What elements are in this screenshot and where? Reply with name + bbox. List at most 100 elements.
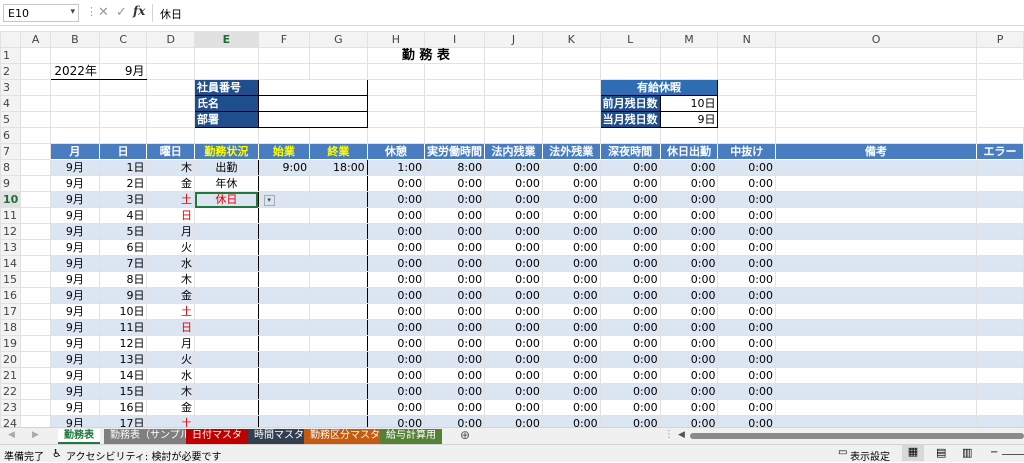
weekday-value[interactable]: 水: [146, 367, 195, 384]
column-header-b[interactable]: B: [49, 31, 100, 48]
row-header[interactable]: 19: [0, 335, 22, 352]
work-status-cell[interactable]: [194, 351, 259, 368]
work-status-cell[interactable]: [194, 383, 259, 400]
curr-remaining-value[interactable]: 9日: [659, 111, 719, 128]
end-time-cell[interactable]: [309, 207, 368, 224]
month-value[interactable]: 9月: [49, 223, 100, 240]
cell[interactable]: [20, 175, 51, 192]
cell[interactable]: [774, 47, 978, 64]
cell[interactable]: [541, 111, 601, 128]
normal-view-icon[interactable]: ▦: [902, 445, 924, 461]
weekday-value[interactable]: 水: [146, 255, 195, 272]
month-value[interactable]: 9月: [49, 271, 100, 288]
month-value[interactable]: 9月: [49, 399, 100, 416]
column-header-i[interactable]: I: [424, 31, 486, 48]
remarks-cell[interactable]: [774, 367, 978, 384]
cell[interactable]: [541, 95, 601, 112]
cell[interactable]: [49, 127, 100, 144]
cell[interactable]: [424, 111, 486, 128]
column-header-e[interactable]: E: [194, 31, 259, 48]
sheet-tab[interactable]: 給与計算用: [380, 429, 442, 444]
check-icon[interactable]: ✓: [116, 5, 127, 20]
end-time-cell[interactable]: [309, 191, 368, 208]
end-time-cell[interactable]: [309, 175, 368, 192]
column-header-k[interactable]: K: [541, 31, 601, 48]
column-header-l[interactable]: L: [599, 31, 661, 48]
cell[interactable]: [717, 79, 776, 96]
cell[interactable]: [366, 127, 426, 144]
row-header[interactable]: 3: [0, 79, 22, 96]
sheet-tab[interactable]: 日付マスタ: [186, 429, 248, 444]
weekday-value[interactable]: 金: [146, 287, 195, 304]
sheet-tab[interactable]: 時間マスタ: [248, 429, 310, 444]
weekday-value[interactable]: 月: [146, 335, 195, 352]
end-time-cell[interactable]: [309, 239, 368, 256]
remarks-cell[interactable]: [774, 159, 978, 176]
zoom-out-icon[interactable]: −: [990, 447, 998, 458]
start-time-cell[interactable]: [257, 239, 311, 256]
cell[interactable]: [659, 127, 719, 144]
start-time-cell[interactable]: [257, 175, 311, 192]
end-time-cell[interactable]: [309, 287, 368, 304]
row-header[interactable]: 21: [0, 367, 22, 384]
cell[interactable]: [257, 127, 311, 144]
start-time-cell[interactable]: [257, 319, 311, 336]
row-header[interactable]: 20: [0, 351, 22, 368]
day-value[interactable]: 16日: [98, 399, 148, 416]
end-time-cell[interactable]: [309, 383, 368, 400]
cell[interactable]: [20, 127, 51, 144]
cell[interactable]: [20, 351, 51, 368]
end-time-cell[interactable]: [309, 351, 368, 368]
employee-no-input[interactable]: [257, 79, 368, 96]
page-break-icon[interactable]: ▥: [962, 446, 972, 459]
cell[interactable]: [309, 127, 368, 144]
cell[interactable]: [976, 63, 1024, 80]
remarks-cell[interactable]: [774, 351, 978, 368]
end-time-cell[interactable]: [309, 255, 368, 272]
cell[interactable]: [20, 383, 51, 400]
cell[interactable]: [717, 127, 776, 144]
cell[interactable]: [659, 63, 719, 80]
day-value[interactable]: 3日: [98, 191, 148, 208]
cell[interactable]: [366, 95, 426, 112]
end-time-cell[interactable]: [309, 271, 368, 288]
cell[interactable]: [484, 63, 543, 80]
cell[interactable]: [257, 63, 311, 80]
cell[interactable]: [424, 63, 486, 80]
cell[interactable]: [20, 143, 51, 160]
column-header-o[interactable]: O: [774, 31, 978, 48]
cell[interactable]: [20, 239, 51, 256]
cancel-icon[interactable]: ✕: [98, 5, 109, 20]
cell[interactable]: [774, 95, 978, 112]
cell[interactable]: [20, 287, 51, 304]
weekday-value[interactable]: 土: [146, 303, 195, 320]
remarks-cell[interactable]: [774, 207, 978, 224]
row-header[interactable]: 17: [0, 303, 22, 320]
month-value[interactable]: 9月: [49, 159, 100, 176]
column-header-h[interactable]: H: [366, 31, 426, 48]
work-status-cell[interactable]: [194, 335, 259, 352]
column-header-p[interactable]: P: [976, 31, 1024, 48]
column-header-a[interactable]: A: [20, 31, 51, 48]
month-value[interactable]: 9月: [49, 175, 100, 192]
work-status-cell[interactable]: [194, 271, 259, 288]
start-time-cell[interactable]: [257, 255, 311, 272]
weekday-value[interactable]: 木: [146, 383, 195, 400]
cell[interactable]: [146, 47, 195, 64]
cell[interactable]: [194, 127, 259, 144]
cell[interactable]: [484, 79, 543, 96]
cell[interactable]: [20, 159, 51, 176]
row-header[interactable]: 12: [0, 223, 22, 240]
accessibility-status[interactable]: アクセシビリティ: 検討が必要です: [66, 448, 221, 463]
start-time-cell[interactable]: [257, 335, 311, 352]
cell[interactable]: [484, 127, 543, 144]
cell[interactable]: [194, 63, 259, 80]
weekday-value[interactable]: 火: [146, 239, 195, 256]
cell[interactable]: [309, 47, 368, 64]
day-value[interactable]: 2日: [98, 175, 148, 192]
month-cell[interactable]: 9月: [98, 63, 148, 80]
month-value[interactable]: 9月: [49, 207, 100, 224]
cell[interactable]: [98, 95, 148, 112]
cell[interactable]: [20, 207, 51, 224]
month-value[interactable]: 9月: [49, 335, 100, 352]
